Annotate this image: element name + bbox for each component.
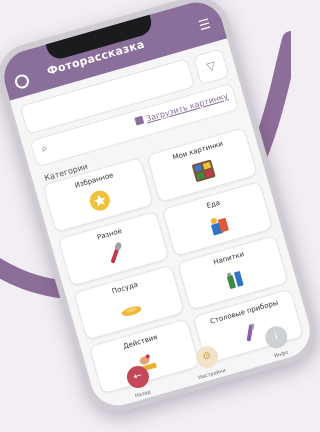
back-button[interactable]: ← xyxy=(124,363,152,391)
filter-icon: ▽ xyxy=(205,58,217,74)
info-button[interactable]: i xyxy=(262,323,290,351)
settings-label: Настройки xyxy=(197,367,227,382)
photo-grid-icon xyxy=(192,159,216,182)
back-label: Назад xyxy=(134,389,152,400)
filter-button[interactable]: ▽ xyxy=(192,48,230,86)
upload-icon xyxy=(134,115,145,126)
star-icon xyxy=(89,190,110,211)
drinks-icon xyxy=(226,271,244,289)
back-arrow-icon: ← xyxy=(132,370,144,383)
gear-icon: ⚙ xyxy=(201,350,213,364)
info-icon: i xyxy=(273,331,280,343)
spoon-icon xyxy=(111,242,122,264)
plate-icon xyxy=(121,306,142,316)
info-label: Инфо xyxy=(273,349,290,360)
menu-icon[interactable]: ☰ xyxy=(197,17,212,35)
home-icon[interactable] xyxy=(13,72,31,91)
settings-button[interactable]: ⚙ xyxy=(193,343,221,371)
search-icon: ⌕ xyxy=(39,141,50,156)
food-icon xyxy=(210,217,229,236)
